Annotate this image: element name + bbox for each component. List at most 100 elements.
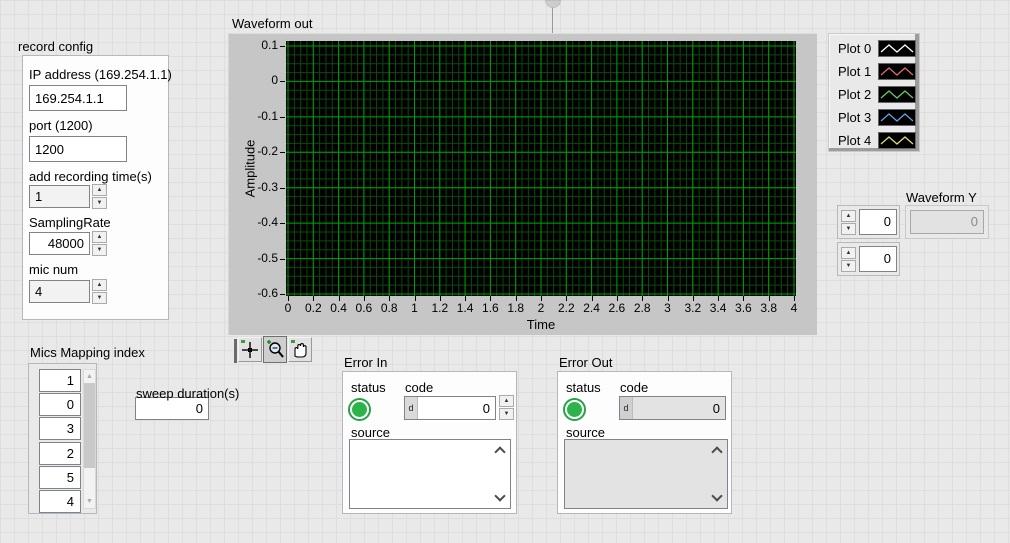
spinner: ▲ ▼: [841, 210, 856, 235]
array-cell[interactable]: 3: [39, 417, 81, 440]
mic-num-field[interactable]: 4: [29, 280, 90, 303]
plot-label: Plot 1: [838, 64, 875, 79]
legend-item[interactable]: Plot 3: [829, 106, 919, 129]
x-tick-mark: [794, 296, 795, 301]
x-tick-mark: [516, 296, 517, 301]
cursor-tool-button[interactable]: [238, 337, 262, 362]
y-tick-mark: [280, 294, 285, 295]
y-tick-mark: [280, 46, 285, 47]
plot-swatch[interactable]: [878, 63, 916, 80]
decrement-button[interactable]: ▼: [92, 292, 107, 304]
status-label: status: [566, 380, 601, 395]
error-out-source-field: [564, 439, 728, 509]
decrement-button[interactable]: ▼: [499, 408, 514, 420]
sampling-rate-label: SamplingRate: [29, 215, 111, 230]
tool-indicator: [241, 340, 245, 343]
y-tick-label: -0.4: [238, 215, 278, 229]
array-cell[interactable]: 4: [39, 490, 81, 513]
array-cell[interactable]: 2: [39, 442, 81, 465]
radix-indicator: d: [620, 397, 633, 419]
y-tick-label: -0.6: [238, 286, 278, 300]
increment-button[interactable]: ▲: [499, 395, 514, 407]
error-in-source-field[interactable]: [349, 439, 511, 509]
x-tick-mark: [617, 296, 618, 301]
chevron-up-icon[interactable]: [711, 446, 722, 457]
code-value[interactable]: 0: [418, 401, 495, 416]
port-field[interactable]: 1200: [29, 136, 127, 162]
plot-swatch[interactable]: [878, 109, 916, 126]
ip-address-field[interactable]: 169.254.1.1: [29, 85, 127, 111]
chevron-up-icon[interactable]: [494, 446, 505, 457]
mic-num-label: mic num: [29, 262, 78, 277]
numeric-field[interactable]: 0: [859, 209, 897, 235]
chevron-down-icon[interactable]: [711, 490, 722, 501]
y-tick-mark: [280, 81, 285, 82]
error-in-code-field[interactable]: d 0: [404, 396, 496, 420]
radix-indicator[interactable]: d: [405, 397, 418, 419]
increment-button[interactable]: ▲: [92, 279, 107, 291]
x-tick-mark: [693, 296, 694, 301]
error-out-cluster: status code d 0 source: [557, 371, 732, 514]
status-led[interactable]: [348, 398, 371, 421]
array-cell[interactable]: 0: [39, 393, 81, 416]
decrement-button[interactable]: ▼: [841, 223, 856, 235]
recording-time-spinner: ▲ ▼: [92, 184, 107, 209]
record-config-title: record config: [18, 39, 93, 54]
code-spinner: ▲ ▼: [499, 395, 514, 420]
legend-item[interactable]: Plot 1: [829, 60, 919, 83]
mics-mapping-array: ▲ ▼ 103254: [28, 363, 97, 514]
graph-tool-palette: [234, 337, 312, 363]
array-cell[interactable]: 1: [39, 369, 81, 392]
x-tick-mark: [288, 296, 289, 301]
x-tick-mark: [389, 296, 390, 301]
legend-item[interactable]: Plot 0: [829, 37, 919, 60]
decrement-button[interactable]: ▼: [92, 244, 107, 256]
x-tick-label: 4: [774, 301, 814, 315]
increment-button[interactable]: ▲: [841, 247, 856, 259]
array-cell[interactable]: 5: [39, 466, 81, 489]
decrement-button[interactable]: ▼: [92, 197, 107, 209]
scroll-up-arrow[interactable]: ▲: [84, 370, 95, 383]
y-tick-mark: [280, 152, 285, 153]
y-axis-label: Amplitude: [243, 119, 258, 219]
plot-label: Plot 3: [838, 110, 875, 125]
scroll-down-arrow[interactable]: ▼: [84, 495, 95, 508]
waveform-y-indicator: 0: [910, 210, 984, 234]
status-led: [563, 398, 586, 421]
sampling-rate-spinner: ▲ ▼: [92, 231, 107, 256]
pane-splitter-handle[interactable]: [545, 0, 561, 8]
x-tick-mark: [668, 296, 669, 301]
numeric-field[interactable]: 0: [859, 246, 897, 272]
x-tick-mark: [743, 296, 744, 301]
plot-swatch[interactable]: [878, 40, 916, 57]
plot-swatch[interactable]: [878, 132, 916, 149]
code-label: code: [620, 380, 648, 395]
x-tick-mark: [465, 296, 466, 301]
recording-time-field[interactable]: 1: [29, 185, 90, 208]
increment-button[interactable]: ▲: [92, 184, 107, 196]
x-tick-mark: [364, 296, 365, 301]
x-tick-mark: [642, 296, 643, 301]
x-tick-mark: [415, 296, 416, 301]
plot-swatch[interactable]: [878, 86, 916, 103]
x-tick-mark: [541, 296, 542, 301]
error-out-title: Error Out: [559, 355, 612, 370]
scrollbar-thumb[interactable]: [84, 383, 95, 468]
decrement-button[interactable]: ▼: [841, 260, 856, 272]
x-tick-mark: [592, 296, 593, 301]
palette-edge: [234, 339, 237, 363]
increment-button[interactable]: ▲: [92, 231, 107, 243]
legend-item[interactable]: Plot 4: [829, 129, 919, 152]
legend-item[interactable]: Plot 2: [829, 83, 919, 106]
plot-legend: Plot 0 Plot 1 Plot 2 Plot 3 Plot 4: [828, 33, 920, 152]
zoom-tool-button[interactable]: [263, 336, 287, 363]
sampling-rate-field[interactable]: 48000: [29, 232, 90, 255]
array-scrollbar: ▲ ▼: [83, 369, 96, 509]
waveform-y-control-1: ▲ ▼ 0: [837, 205, 900, 239]
increment-button[interactable]: ▲: [841, 210, 856, 222]
x-tick-mark: [566, 296, 567, 301]
chevron-down-icon[interactable]: [494, 490, 505, 501]
chart-plot-area[interactable]: [286, 41, 796, 296]
pan-tool-button[interactable]: [288, 337, 312, 362]
y-tick-mark: [280, 259, 285, 260]
